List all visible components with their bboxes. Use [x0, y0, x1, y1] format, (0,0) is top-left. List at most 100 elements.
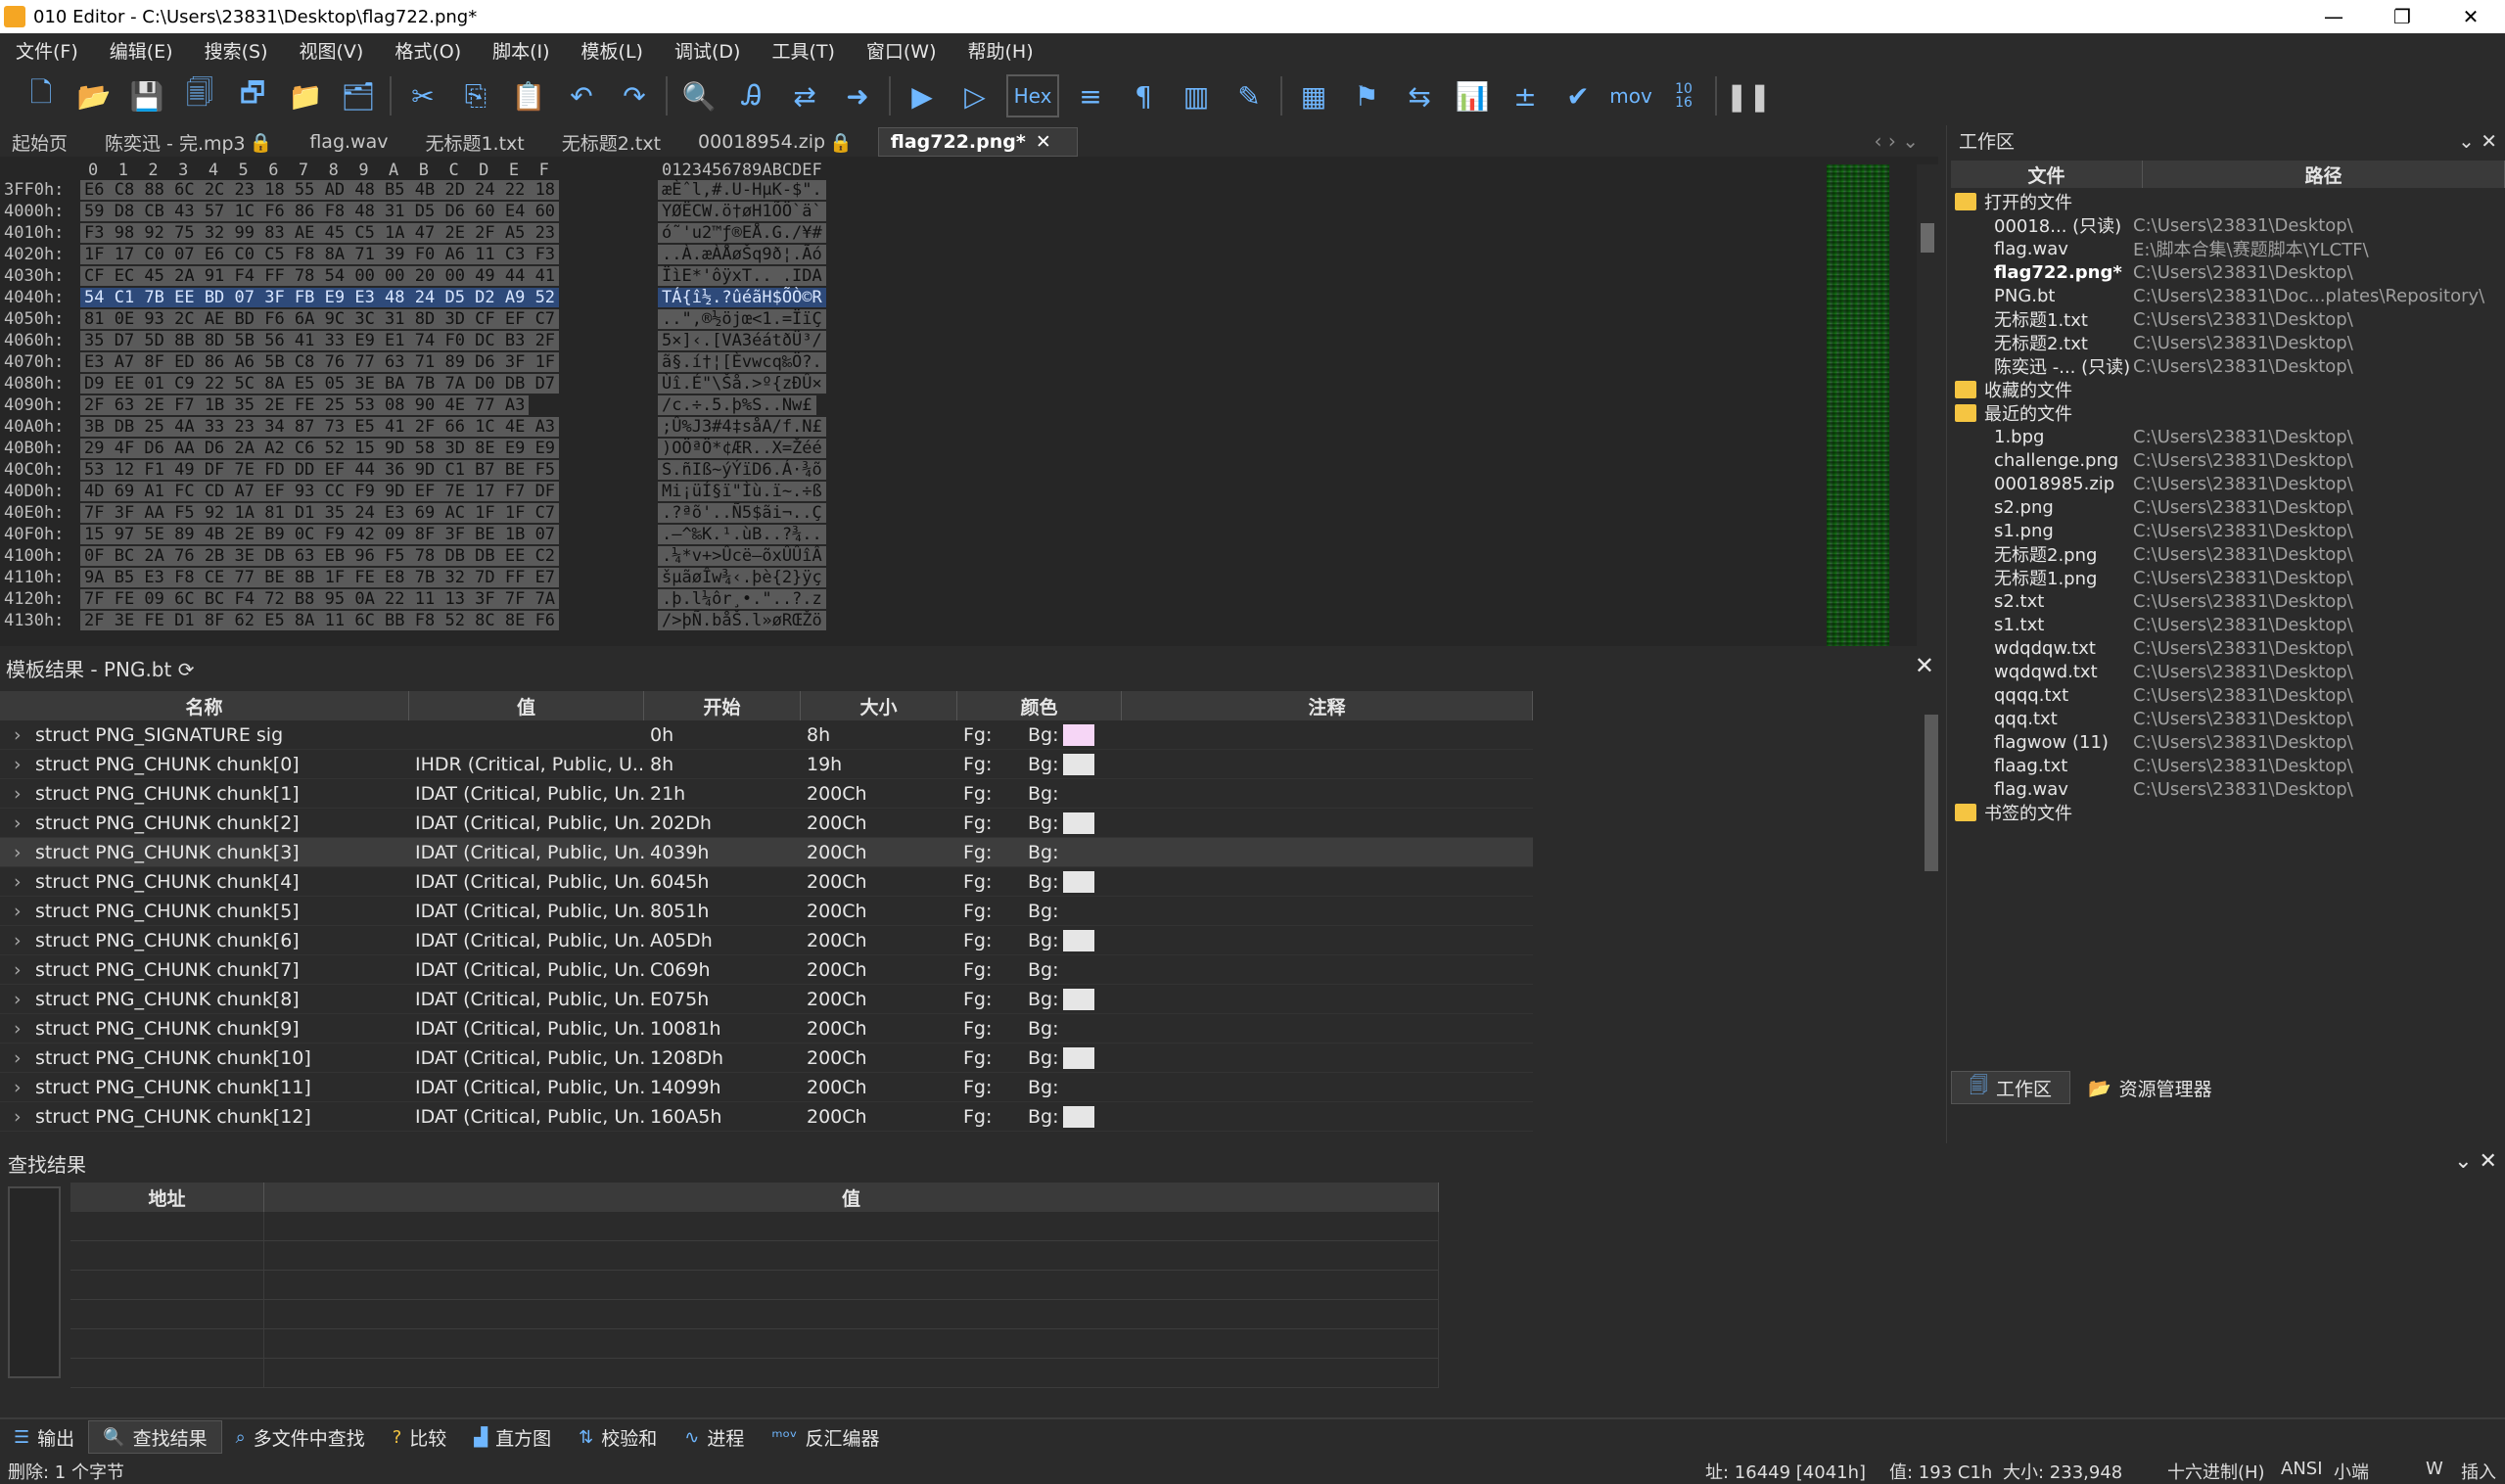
hex-ascii[interactable]: />þÑ.båŠ.l»øRŒŽö	[658, 611, 826, 630]
chevron-right-icon[interactable]: ›	[14, 901, 35, 922]
tab-histogram[interactable]: ▟ 直方图	[460, 1420, 565, 1454]
histogram-icon[interactable]: 📊	[1451, 74, 1494, 117]
tab-mp3[interactable]: 陈奕迅 - 完.mp3 🔒	[93, 127, 298, 157]
table-row[interactable]: › struct PNG_CHUNK chunk[5] IDAT (Critical…	[0, 897, 1533, 926]
col-size[interactable]: 大小	[801, 691, 957, 720]
columns-icon[interactable]: ▥	[1175, 74, 1218, 117]
hex-ascii[interactable]: ..À.æÀÅøŠq9ð¦.Ãó	[658, 245, 826, 264]
compare-icon[interactable]: ⇆	[1398, 74, 1441, 117]
chevron-right-icon[interactable]: ›	[14, 959, 35, 981]
hex-bytes[interactable]: F3 98 92 75 32 99 83 AE 45 C5 1A 47 2E 2…	[80, 223, 560, 243]
chevron-right-icon[interactable]: ›	[14, 842, 35, 863]
tab-compare[interactable]: ? 比较	[379, 1420, 461, 1454]
save-icon[interactable]: 💾	[125, 74, 168, 117]
tab-nav-arrows-icon[interactable]: ‹ › ⌄	[1875, 129, 1919, 153]
color-swatch[interactable]	[1062, 1106, 1094, 1128]
refresh-icon[interactable]: ⟳	[178, 658, 195, 681]
hex-ascii[interactable]: šµãøÎw¾‹.þè{2}ÿç	[658, 568, 826, 587]
save-as-icon[interactable]: 🗐	[178, 74, 221, 117]
ws-col-path[interactable]: 路径	[2143, 161, 2505, 188]
table-row[interactable]: › struct PNG_CHUNK chunk[6] IDAT (Critical…	[0, 926, 1533, 955]
hex-editor[interactable]: 0 1 2 3 4 5 6 7 8 9 A B C D E F 01234567…	[0, 157, 1938, 646]
hex-ascii[interactable]: TÁ{î½.?ûéãH$ÕÒ©R	[658, 288, 826, 307]
table-row[interactable]: › struct PNG_CHUNK chunk[9] IDAT (Critical…	[0, 1014, 1533, 1043]
hex-bytes[interactable]: 7F 3F AA F5 92 1A 81 D1 35 24 E3 69 AC 1…	[80, 503, 560, 523]
status-value[interactable]: 值: 193 C1h	[1889, 1459, 1992, 1484]
workspace-icon[interactable]: 🗂	[337, 74, 380, 117]
template-scrollbar[interactable]	[1921, 691, 1942, 1141]
tab-output[interactable]: ☰ 输出	[0, 1420, 88, 1454]
hex-bytes[interactable]: 0F BC 2A 76 2B 3E DB 63 EB 96 F5 78 DB D…	[80, 546, 560, 566]
status-mode[interactable]: 十六进制(H)	[2167, 1459, 2265, 1484]
tab-start-page[interactable]: 起始页	[0, 127, 93, 157]
hex-ascii[interactable]: Ùî.É"\Šå.>º{zÐÛ×	[658, 374, 826, 394]
run-template-icon[interactable]: ▷	[953, 74, 997, 117]
col-name[interactable]: 名称	[0, 691, 409, 720]
status-overwrite[interactable]: W	[2426, 1459, 2443, 1479]
text-mode-icon[interactable]: ≡	[1069, 74, 1112, 117]
hex-bytes[interactable]: 29 4F D6 AA D6 2A A2 C6 52 15 9D 58 3D 8…	[80, 439, 560, 458]
ws-section-bookmarks[interactable]: 书签的文件	[1955, 801, 2072, 824]
hex-bytes[interactable]: D9 EE 01 C9 22 5C 8A E5 05 3E BA 7B 7A D…	[80, 374, 560, 394]
chevron-right-icon[interactable]: ›	[14, 930, 35, 951]
open-folder-icon[interactable]: 📁	[284, 74, 327, 117]
chevron-right-icon[interactable]: ›	[14, 724, 35, 746]
find-icon[interactable]: 🔍	[677, 74, 720, 117]
chevron-right-icon[interactable]: ›	[14, 1047, 35, 1069]
hex-ascii[interactable]: 5×]‹.[VA3éátðÜ³/	[658, 331, 826, 350]
status-insert[interactable]: 插入	[2461, 1459, 2496, 1484]
hex-bytes[interactable]: 4D 69 A1 FC CD A7 EF 93 CC F9 9D EF 7E 1…	[80, 482, 560, 501]
open-file-icon[interactable]: 📂	[72, 74, 116, 117]
minimize-button[interactable]: —	[2299, 0, 2368, 33]
hex-bytes[interactable]: 35 D7 5D 8B 8D 5B 56 41 33 E9 E1 74 F0 D…	[80, 331, 560, 350]
col-start[interactable]: 开始	[644, 691, 801, 720]
hex-bytes[interactable]: E3 A7 8F ED 86 A6 5B C8 76 77 63 71 89 D…	[80, 352, 560, 372]
color-swatch[interactable]	[1062, 724, 1094, 746]
run-script-icon[interactable]: ▶	[901, 74, 944, 117]
menu-window[interactable]: 窗口(W)	[851, 37, 952, 64]
hex-bytes[interactable]: 53 12 F1 49 DF 7E FD DD EF 44 36 9D C1 B…	[80, 460, 560, 480]
hex-bytes[interactable]: 9A B5 E3 F8 CE 77 BE 8B 1F FE E8 7B 32 7…	[80, 568, 560, 587]
color-swatch[interactable]	[1062, 812, 1094, 834]
table-row[interactable]: › struct PNG_CHUNK chunk[11] IDAT (Critica…	[0, 1073, 1533, 1102]
table-row[interactable]: › struct PNG_CHUNK chunk[10] IDAT (Critica…	[0, 1043, 1533, 1073]
status-address[interactable]: 址: 16449 [4041h]	[1705, 1459, 1866, 1484]
hex-ascii[interactable]: ;Û%J3#4‡såA/f.N£	[658, 417, 826, 437]
chevron-right-icon[interactable]: ›	[14, 871, 35, 893]
menu-file[interactable]: 文件(F)	[0, 37, 94, 64]
table-row[interactable]: › struct PNG_CHUNK chunk[4] IDAT (Critical…	[0, 867, 1533, 897]
close-icon[interactable]: ✕	[1036, 131, 1051, 153]
hex-ascii[interactable]: ÏìE*'ôÿxT.. .IDA	[658, 266, 826, 286]
chevron-right-icon[interactable]: ›	[14, 1018, 35, 1040]
tab-find-in-files[interactable]: ⌕ 多文件中查找	[222, 1420, 379, 1454]
hex-ascii[interactable]: Mi¡üÍ§ï"Ìù.ï~.÷ß	[658, 482, 826, 501]
calculator-icon[interactable]: ▦	[1292, 74, 1335, 117]
cut-icon[interactable]: ✂	[401, 74, 444, 117]
hex-ascii[interactable]: /c.÷.5.þ%S..Nw£	[658, 395, 816, 415]
checksum-icon[interactable]: ✔	[1556, 74, 1600, 117]
chevron-right-icon[interactable]: ›	[14, 812, 35, 834]
color-swatch[interactable]	[1062, 930, 1094, 951]
menu-view[interactable]: 视图(V)	[284, 37, 380, 64]
hex-mode-button[interactable]: Hex	[1006, 74, 1059, 117]
hex-ascii[interactable]: .?ªõ'..Ñ5$ãi¬..Ç	[658, 503, 826, 523]
save-all-icon[interactable]: 🗗	[231, 74, 274, 117]
hex-ascii[interactable]: ã§.í†¦[Èvwcq‰Ö?.	[658, 352, 826, 372]
show-whitespace-icon[interactable]: ¶	[1122, 74, 1165, 117]
close-button[interactable]: ✕	[2436, 0, 2505, 33]
scroll-thumb[interactable]	[1925, 715, 1938, 871]
hex-bytes[interactable]: 7F FE 09 6C BC F4 72 B8 95 0A 22 11 13 3…	[80, 589, 560, 609]
col-find-value[interactable]: 值	[264, 1183, 1439, 1212]
menu-help[interactable]: 帮助(H)	[952, 37, 1049, 64]
menu-scripts[interactable]: 脚本(I)	[477, 37, 565, 64]
tab-process[interactable]: ∿ 进程	[671, 1420, 758, 1454]
chevron-right-icon[interactable]: ›	[14, 989, 35, 1010]
undo-icon[interactable]: ↶	[560, 74, 603, 117]
replace-icon[interactable]: Ꭿ	[730, 74, 773, 117]
ws-section-recent[interactable]: 最近的文件	[1955, 401, 2072, 425]
tab-untitled1[interactable]: 无标题1.txt	[413, 127, 549, 157]
menu-debug[interactable]: 调试(D)	[659, 37, 756, 64]
tab-checksum[interactable]: ⇅ 校验和	[565, 1420, 671, 1454]
hex-ascii[interactable]: .—^‰K.¹.ùB..?¾..	[658, 525, 826, 544]
copy-icon[interactable]: ⎘	[454, 74, 497, 117]
